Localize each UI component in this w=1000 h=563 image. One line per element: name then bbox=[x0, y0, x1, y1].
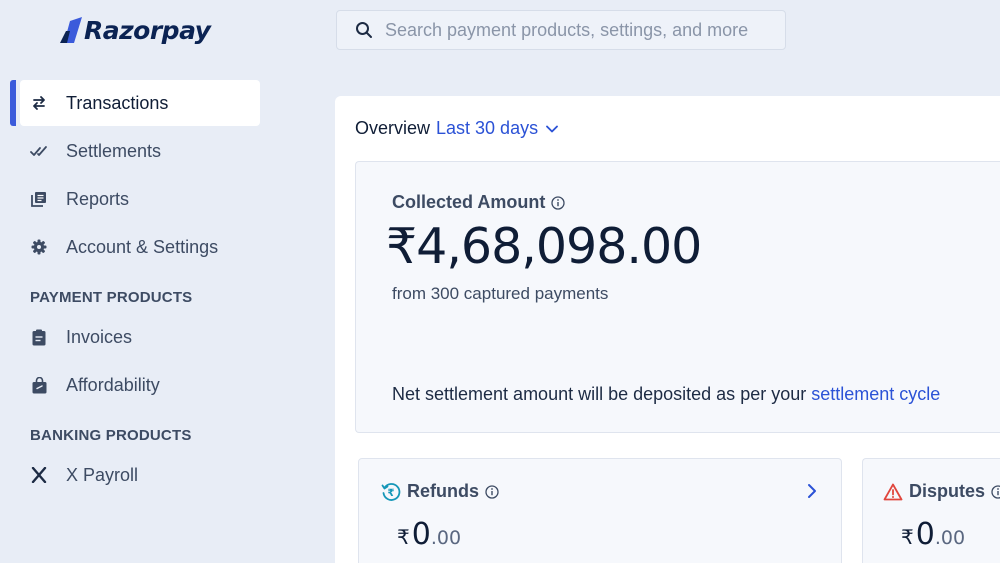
sidebar-item-label: Reports bbox=[66, 188, 130, 209]
refunds-amount: ₹ 0 .00 bbox=[397, 517, 461, 552]
date-range-dropdown[interactable]: Last 30 days bbox=[436, 118, 558, 139]
gear-icon bbox=[30, 238, 48, 256]
clipboard-icon bbox=[30, 328, 48, 346]
brand-name: Razorpay bbox=[84, 15, 211, 45]
refunds-label: Refunds bbox=[407, 481, 479, 501]
sidebar-item-label: Transactions bbox=[66, 92, 169, 113]
razorpay-logo[interactable]: Razorpay bbox=[60, 12, 211, 48]
transfer-icon bbox=[30, 94, 48, 112]
settlement-note-text: Net settlement amount will be deposited … bbox=[392, 384, 812, 404]
sidebar-item-account-settings[interactable]: Account & Settings bbox=[20, 224, 260, 270]
search-input[interactable] bbox=[385, 19, 785, 41]
search-bar[interactable] bbox=[336, 10, 786, 50]
sidebar-item-label: Affordability bbox=[66, 374, 160, 395]
sidebar-item-reports[interactable]: Reports bbox=[20, 176, 260, 222]
razorpay-logo-icon bbox=[60, 17, 82, 43]
sidebar-item-label: X Payroll bbox=[66, 464, 139, 485]
disputes-decimal: .00 bbox=[934, 527, 966, 549]
sidebar-item-label: Settlements bbox=[66, 140, 162, 161]
bag-icon bbox=[30, 376, 48, 394]
disputes-amount: ₹ 0 .00 bbox=[901, 517, 965, 552]
refund-rupee-icon: ₹ bbox=[381, 482, 401, 501]
collected-amount-title: Collected Amount bbox=[392, 192, 565, 213]
disputes-label: Disputes bbox=[909, 481, 986, 501]
disputes-currency: ₹ bbox=[901, 525, 914, 549]
search-icon bbox=[356, 22, 372, 38]
chevron-right-icon[interactable] bbox=[807, 483, 817, 499]
x-logo-icon bbox=[30, 466, 48, 484]
sidebar-item-affordability[interactable]: Affordability bbox=[20, 362, 260, 408]
refunds-decimal: .00 bbox=[430, 527, 462, 549]
collected-amount-label: Collected Amount bbox=[392, 192, 546, 212]
captured-payments-text: from 300 captured payments bbox=[392, 284, 609, 303]
sidebar-item-x-payroll[interactable]: X Payroll bbox=[20, 452, 260, 498]
sidebar-item-label: Invoices bbox=[66, 326, 133, 347]
sidebar-item-transactions[interactable]: Transactions bbox=[10, 80, 260, 126]
chevron-down-icon bbox=[546, 125, 558, 132]
sidebar-item-invoices[interactable]: Invoices bbox=[20, 314, 260, 360]
settlement-cycle-link[interactable]: settlement cycle bbox=[811, 384, 940, 404]
disputes-title: Disputes bbox=[883, 481, 1000, 502]
refunds-integer: 0 bbox=[411, 517, 431, 552]
disputes-card[interactable]: Disputes ₹ 0 .00 bbox=[862, 458, 1000, 563]
settlement-note: Net settlement amount will be deposited … bbox=[392, 384, 940, 405]
sidebar-item-settlements[interactable]: Settlements bbox=[20, 128, 260, 174]
refunds-title: ₹ Refunds bbox=[381, 481, 499, 502]
info-icon[interactable] bbox=[551, 195, 565, 210]
main-panel: Overview Last 30 days Collected Amount ₹… bbox=[335, 96, 1000, 563]
sidebar: Transactions Settlements Reports Account… bbox=[0, 80, 270, 500]
collected-amount-card: Collected Amount ₹4,68,098.00 from 300 c… bbox=[355, 161, 1000, 433]
info-icon[interactable] bbox=[485, 484, 499, 499]
refunds-currency: ₹ bbox=[397, 525, 410, 549]
sidebar-item-label: Account & Settings bbox=[66, 236, 219, 257]
svg-text:₹: ₹ bbox=[388, 488, 395, 499]
overview-header: Overview Last 30 days bbox=[355, 118, 558, 139]
disputes-integer: 0 bbox=[915, 517, 935, 552]
date-range-label: Last 30 days bbox=[436, 118, 539, 138]
section-title-payment-products: PAYMENT PRODUCTS bbox=[30, 289, 193, 306]
warning-icon bbox=[883, 483, 903, 500]
collected-amount-value: ₹4,68,098.00 bbox=[386, 218, 702, 275]
overview-label: Overview bbox=[355, 118, 431, 138]
refunds-card[interactable]: ₹ Refunds ₹ 0 .00 bbox=[358, 458, 842, 563]
section-title-banking-products: BANKING PRODUCTS bbox=[30, 427, 192, 444]
reports-icon bbox=[30, 190, 48, 208]
double-check-icon bbox=[30, 142, 48, 160]
info-icon[interactable] bbox=[991, 484, 1000, 499]
